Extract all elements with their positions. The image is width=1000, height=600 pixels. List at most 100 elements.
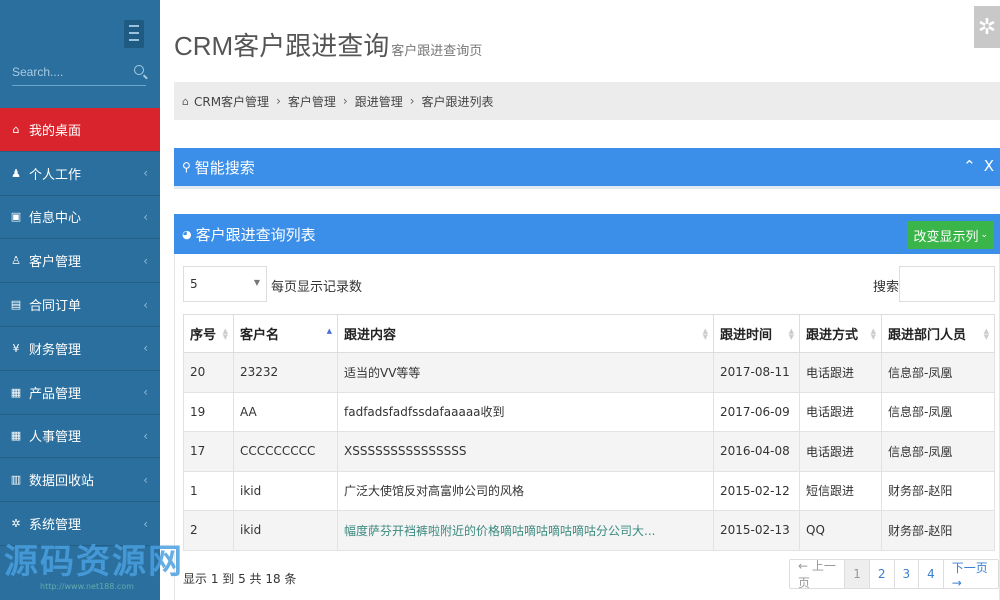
table-row[interactable]: 19 AA fadfadsfadfssdafaaaaa收到 2017-06-09… [183, 391, 995, 432]
breadcrumb: ⌂ CRM客户管理 › 客户管理 › 跟进管理 › 客户跟进列表 [174, 82, 1000, 120]
trash-icon: ▥ [10, 473, 22, 487]
column-header-index[interactable]: 序号 ▲ ▼ [183, 314, 234, 353]
cell-index: 1 [183, 470, 234, 511]
sidebar-item-info-center[interactable]: ▣ 信息中心 ‹ [0, 196, 160, 240]
page-title: CRM客户跟进查询 客户跟进查询页 [174, 26, 482, 63]
user-icon: ♟ [11, 166, 21, 180]
sidebar-item-label: 财务管理 [29, 342, 82, 358]
table-icon: ▦ [10, 429, 22, 443]
settings-button[interactable]: ✲ [974, 6, 1000, 48]
breadcrumb-item: 客户跟进列表 [421, 94, 494, 109]
cell-customer: CCCCCCCCC [233, 431, 338, 472]
sort-asc-icon: ▲ [326, 327, 332, 335]
cell-staff: 财务部-赵阳 [881, 510, 995, 551]
cell-content: XSSSSSSSSSSSSSSS [337, 431, 714, 472]
column-header-time[interactable]: 跟进时间 ▲ ▼ [713, 314, 800, 353]
chevron-left-icon: ‹ [143, 209, 148, 224]
page-button-current[interactable]: 1 [844, 560, 869, 588]
sidebar-item-recycle-bin[interactable]: ▥ 数据回收站 ‹ [0, 458, 160, 503]
table-row[interactable]: 20 23232 适当的VV等等 2017-08-11 电话跟进 信息部-凤凰 [183, 352, 995, 393]
sidebar-search-input[interactable] [12, 60, 122, 84]
cell-method: 电话跟进 [799, 391, 882, 432]
home-icon: ⌂ [12, 122, 20, 136]
watermark: 源码资源网 [4, 542, 184, 582]
page-button[interactable]: 4 [918, 560, 943, 588]
sidebar-item-contract-orders[interactable]: ▤ 合同订单 ‹ [0, 283, 160, 327]
column-header-customer[interactable]: 客户名 ▲ [233, 314, 338, 353]
search-icon[interactable] [134, 65, 144, 75]
followup-table: 序号 ▲ ▼ 客户名 ▲ 跟进内容 ▲ ▼ 跟进时间 ▲ ▼ 跟进方式 ▲ ▼ 跟进部门人员 ▲ ▼ … [183, 314, 995, 551]
sort-icon: ▲ ▼ [222, 327, 228, 341]
page-length-select[interactable]: 5 ▼ [183, 266, 267, 302]
chevron-left-icon: ‹ [143, 297, 148, 312]
chevron-left-icon: ‹ [143, 341, 148, 356]
pagination: ← 上一页 1 2 3 4 下一页 → [789, 559, 999, 590]
breadcrumb-item[interactable]: 跟进管理 [355, 93, 403, 110]
cell-index: 19 [183, 391, 234, 432]
search-icon: ⚲ [182, 160, 191, 174]
cell-time: 2017-08-11 [713, 352, 800, 393]
sidebar-item-label: 客户管理 [29, 255, 82, 271]
prev-page-button[interactable]: ← 上一页 [790, 559, 844, 590]
cell-customer: ikid [233, 470, 338, 511]
cell-index: 20 [183, 352, 234, 393]
chevron-left-icon: ‹ [143, 385, 148, 400]
smart-search-panel-header[interactable]: ⚲ 智能搜索 ⌃ X [174, 148, 1000, 186]
list-panel-header: ◕ 客户跟进查询列表 改变显示列 ⌄ [174, 214, 1000, 254]
cell-method: QQ [799, 510, 882, 551]
button-label: 改变显示列 [913, 229, 979, 245]
sidebar-item-customer-management[interactable]: ♙ 客户管理 ‹ [0, 239, 160, 284]
chevron-up-icon[interactable]: ⌃ [963, 157, 976, 175]
watermark-url: http://www.net188.com [40, 582, 134, 591]
next-page-button[interactable]: 下一页 → [942, 560, 998, 590]
table-header-row: 序号 ▲ ▼ 客户名 ▲ 跟进内容 ▲ ▼ 跟进时间 ▲ ▼ 跟进方式 ▲ ▼ 跟进部门人员 ▲ ▼ [183, 314, 995, 353]
sidebar-item-hr[interactable]: ▦ 人事管理 ‹ [0, 415, 160, 459]
home-icon: ⌂ [182, 94, 189, 108]
breadcrumb-item[interactable]: 客户管理 [288, 93, 336, 110]
cell-content-link[interactable]: 幅度萨芬开裆裤啦附近的价格嘀咕嘀咕嘀咕嘀咕分公司大... [337, 510, 714, 551]
sidebar-item-label: 我的桌面 [29, 123, 82, 139]
cell-staff: 财务部-赵阳 [881, 470, 995, 511]
table-row[interactable]: 2 ikid 幅度萨芬开裆裤啦附近的价格嘀咕嘀咕嘀咕嘀咕分公司大... 2015… [183, 510, 995, 551]
cell-customer: ikid [233, 510, 338, 551]
cell-staff: 信息部-凤凰 [881, 391, 995, 432]
column-header-method[interactable]: 跟进方式 ▲ ▼ [799, 314, 882, 353]
chevron-left-icon: ‹ [143, 253, 148, 268]
sidebar-item-products[interactable]: ▦ 产品管理 ‹ [0, 371, 160, 415]
cell-method: 短信跟进 [799, 470, 882, 511]
sidebar-item-desktop[interactable]: ⌂ 我的桌面 [0, 108, 160, 152]
cell-content: 广泛大使馆反对高富帅公司的风格 [337, 470, 714, 511]
table-row[interactable]: 17 CCCCCCCCC XSSSSSSSSSSSSSSS 2016-04-08… [183, 431, 995, 472]
breadcrumb-item[interactable]: CRM客户管理 [194, 93, 269, 110]
cell-customer: 23232 [233, 352, 338, 393]
cell-time: 2015-02-12 [713, 470, 800, 511]
cell-staff: 信息部-凤凰 [881, 431, 995, 472]
gear-icon: ✲ [11, 517, 21, 531]
book-icon: ▤ [10, 298, 22, 312]
table-row[interactable]: 1 ikid 广泛大使馆反对高富帅公司的风格 2015-02-12 短信跟进 财… [183, 470, 995, 511]
male-icon: ♙ [11, 254, 21, 268]
cell-content: 适当的VV等等 [337, 352, 714, 393]
page-button[interactable]: 3 [893, 560, 919, 588]
column-header-staff[interactable]: 跟进部门人员 ▲ ▼ [881, 314, 995, 353]
list-panel-body: 5 ▼ 每页显示记录数 搜索: 序号 ▲ ▼ 客户名 ▲ 跟进内容 ▲ ▼ 跟进时间 ▲ ▼ … [174, 254, 1000, 600]
change-columns-button[interactable]: 改变显示列 ⌄ [907, 221, 994, 249]
close-icon[interactable]: X [984, 157, 994, 175]
sidebar-item-personal-work[interactable]: ♟ 个人工作 ‹ [0, 152, 160, 196]
sidebar-item-label: 人事管理 [29, 430, 82, 446]
page-length-value: 5 [190, 277, 198, 291]
sidebar-toggle-button[interactable] [124, 20, 144, 48]
cell-time: 2016-04-08 [713, 431, 800, 472]
sidebar-item-label: 产品管理 [29, 386, 82, 402]
sidebar-item-label: 信息中心 [29, 211, 82, 227]
page-button[interactable]: 2 [868, 560, 894, 588]
sort-icon: ▲ ▼ [983, 327, 989, 341]
column-header-content[interactable]: 跟进内容 ▲ ▼ [337, 314, 714, 353]
table-search-input[interactable] [899, 266, 995, 302]
message-icon: ▣ [10, 210, 22, 224]
sidebar-item-finance[interactable]: ¥ 财务管理 ‹ [0, 327, 160, 371]
chevron-left-icon: ‹ [143, 166, 148, 181]
panel-divider [174, 186, 1000, 189]
page-subtitle: 客户跟进查询页 [391, 43, 483, 58]
panel-title: 智能搜索 [194, 158, 255, 177]
